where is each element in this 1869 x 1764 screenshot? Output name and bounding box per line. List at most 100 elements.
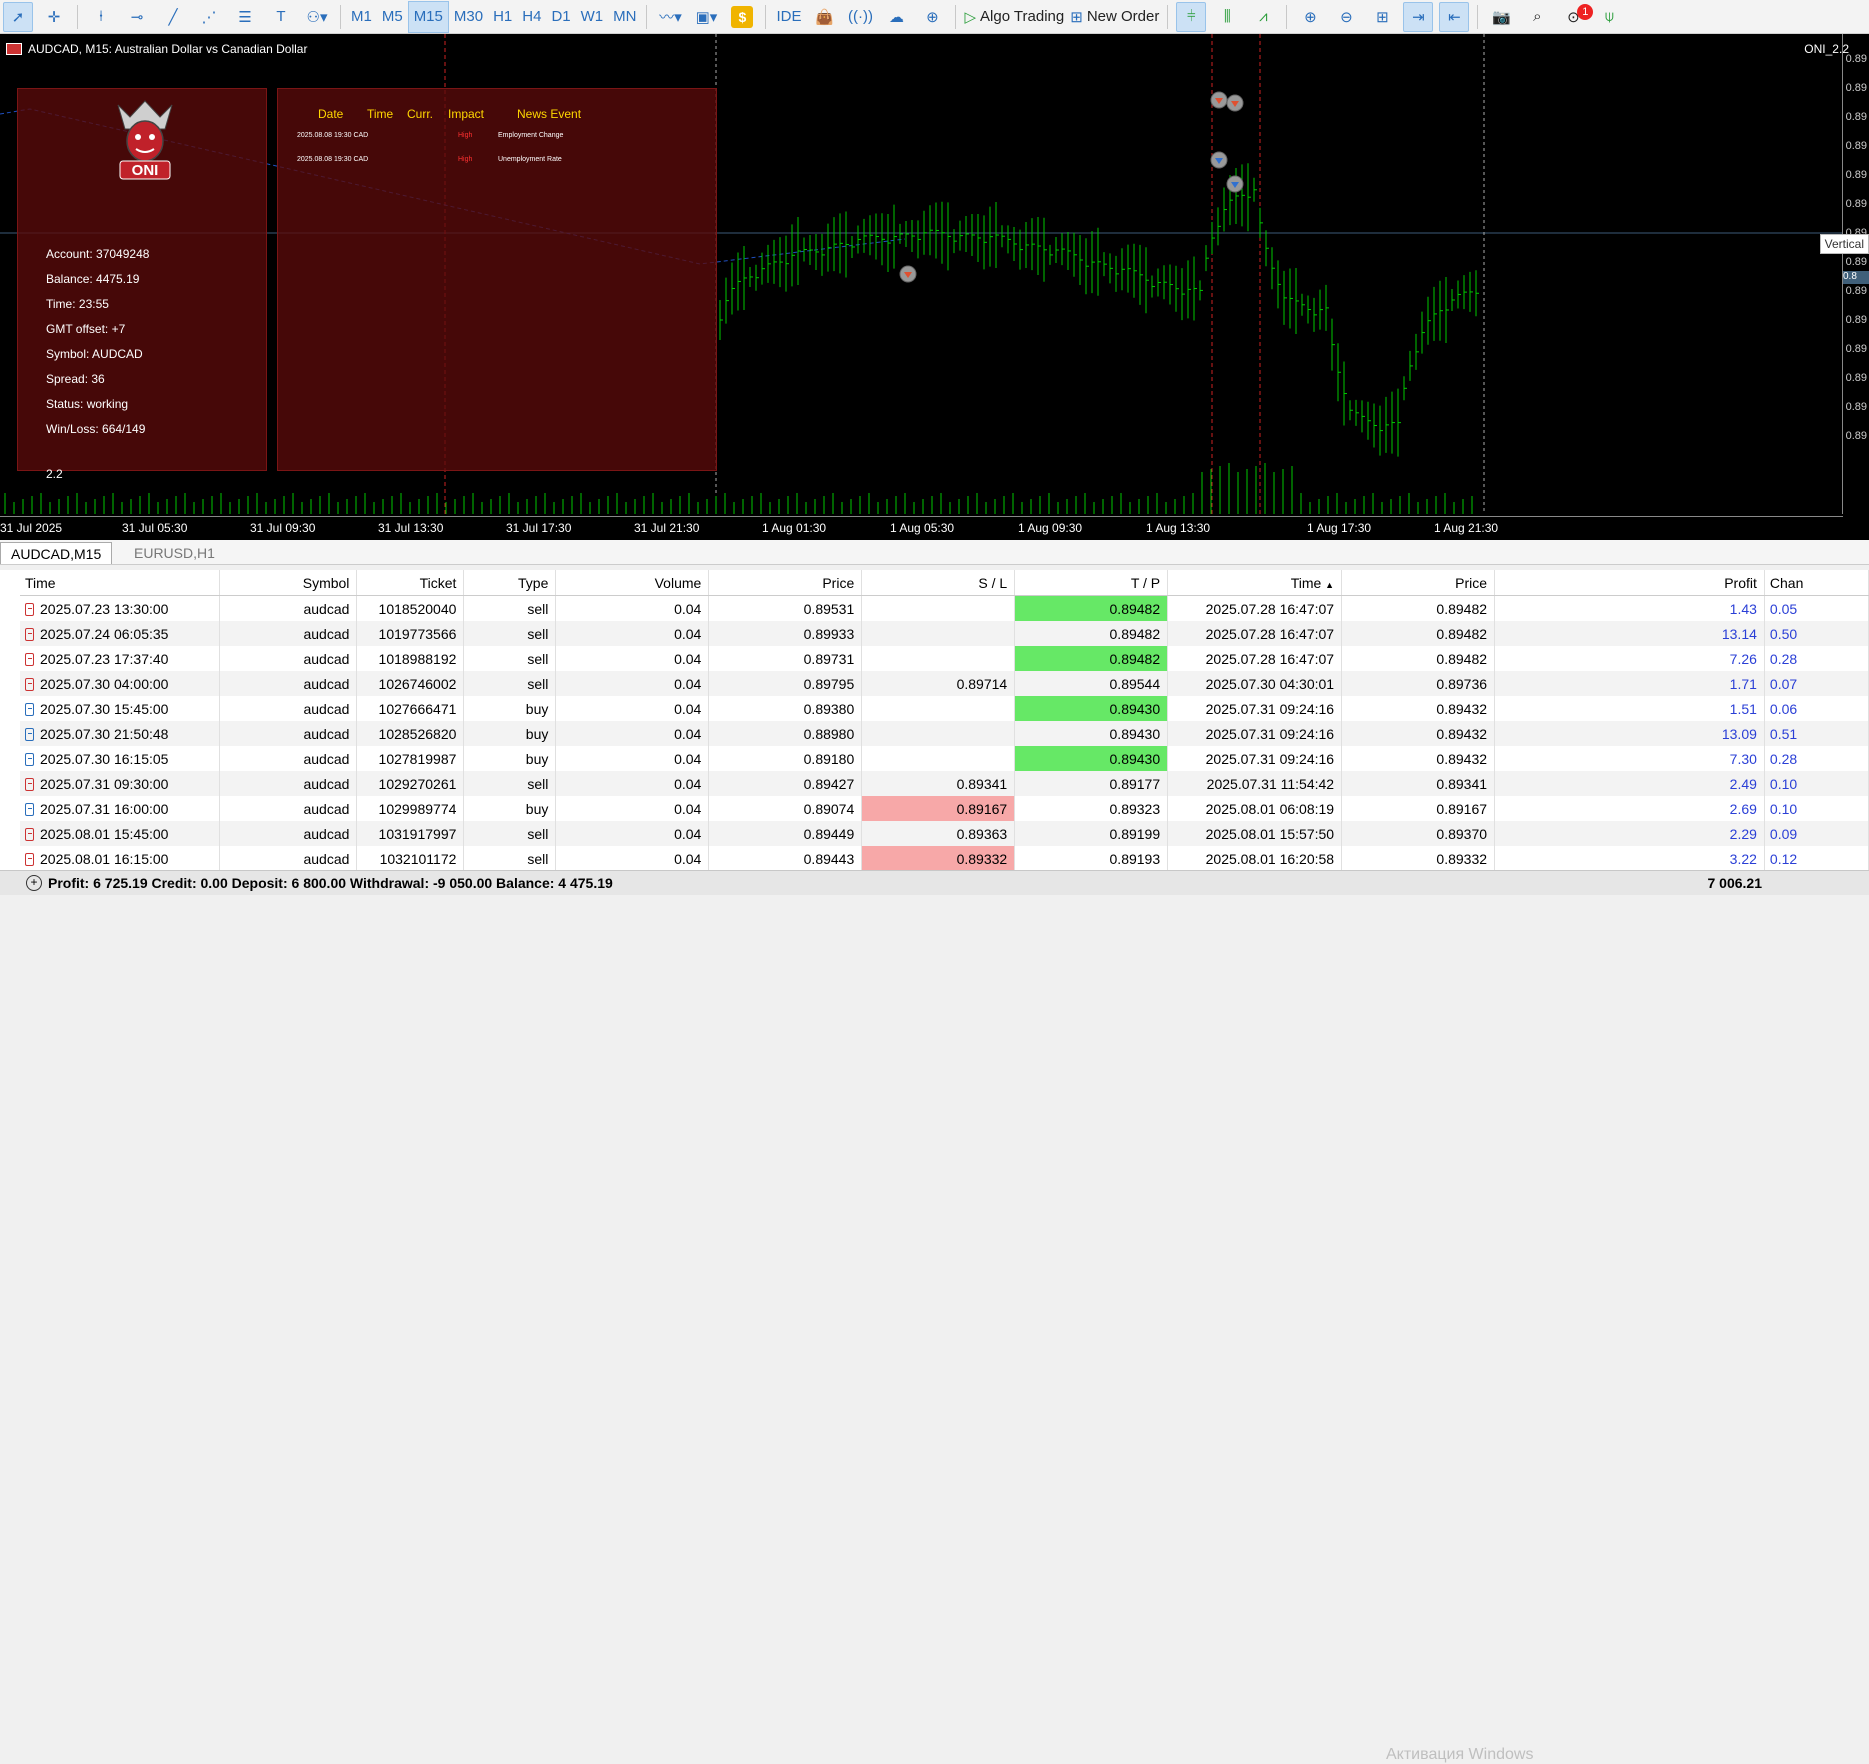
timeframe-m5[interactable]: M5: [377, 2, 408, 32]
cell-stop-loss: [861, 721, 1016, 746]
cell-open-price: 0.89427: [708, 771, 863, 796]
cell-symbol: audcad: [219, 846, 358, 871]
screenshot-icon[interactable]: 📷: [1486, 2, 1516, 32]
chart-tab-audcad[interactable]: AUDCAD,M15: [0, 542, 113, 564]
zoom-in-icon[interactable]: ⊕: [1295, 2, 1325, 32]
auto-scroll-icon[interactable]: ⇥: [1403, 1, 1434, 32]
price-chart[interactable]: AUDCAD, M15: Australian Dollar vs Canadi…: [0, 34, 1869, 540]
shapes-tool-icon[interactable]: ⚇▾: [302, 2, 332, 32]
news-header-date: Date: [318, 107, 344, 121]
zoom-out-icon[interactable]: ⊖: [1331, 2, 1361, 32]
cell-type: buy: [463, 696, 557, 721]
new-order-button[interactable]: ⊞ New Order: [1070, 2, 1159, 32]
table-row[interactable]: 2025.07.30 15:45:00 audcad 1027666471 buy 0.…: [20, 696, 1869, 721]
expand-plus-icon[interactable]: +: [26, 875, 42, 891]
cell-change: 0.10: [1764, 796, 1869, 821]
timeframe-h4[interactable]: H4: [517, 2, 546, 32]
cell-stop-loss: 0.89714: [861, 671, 1016, 696]
col-header-close-time[interactable]: Time ▲: [1167, 570, 1343, 596]
chart-type-icon[interactable]: 〰▾: [655, 2, 685, 32]
toolbar-divider: [340, 4, 341, 29]
chart-tab-eurusd[interactable]: EURUSD,H1: [124, 542, 225, 563]
table-row[interactable]: 2025.07.31 16:00:00 audcad 1029989774 buy 0.…: [20, 796, 1869, 821]
col-header-ticket[interactable]: Ticket: [356, 570, 465, 596]
candlestick-chart-icon[interactable]: ⫼: [1212, 2, 1242, 32]
table-row[interactable]: 2025.07.30 21:50:48 audcad 1028526820 buy 0.…: [20, 721, 1869, 746]
cell-symbol: audcad: [219, 821, 358, 846]
timeframe-m1[interactable]: M1: [346, 2, 377, 32]
timeframe-h1[interactable]: H1: [488, 2, 517, 32]
cell-change: 0.05: [1764, 595, 1869, 621]
col-header-profit[interactable]: Profit: [1494, 570, 1765, 596]
cell-take-profit: 0.89482: [1014, 646, 1169, 671]
cell-symbol: audcad: [219, 746, 358, 771]
grid-icon[interactable]: ⊞: [1367, 2, 1397, 32]
cell-close-time: 2025.07.31 11:54:42: [1167, 771, 1343, 796]
table-row[interactable]: 2025.07.23 13:30:00 audcad 1018520040 sell 0…: [20, 595, 1869, 621]
table-row[interactable]: 2025.07.30 16:15:05 audcad 1027819987 buy 0.…: [20, 746, 1869, 771]
cell-close-price: 0.89432: [1341, 696, 1496, 721]
chart-shift-icon[interactable]: ⇤: [1439, 1, 1470, 32]
channel-tool-icon[interactable]: ⋰: [194, 2, 224, 32]
toolbar-divider: [1167, 4, 1169, 29]
timeframe-m30[interactable]: M30: [449, 2, 488, 32]
toolbar-divider: [646, 4, 648, 29]
history-table-panel: Time Symbol Ticket Type Volume Price S /…: [0, 570, 1869, 894]
text-tool-icon[interactable]: T: [266, 2, 296, 32]
table-row[interactable]: 2025.08.01 15:45:00 audcad 1031917997 sell 0…: [20, 821, 1869, 846]
col-header-sl[interactable]: S / L: [861, 570, 1016, 596]
table-row[interactable]: 2025.07.24 06:05:35 audcad 1019773566 sell 0…: [20, 621, 1869, 646]
cell-stop-loss: 0.89167: [861, 796, 1016, 821]
table-row[interactable]: 2025.07.23 17:37:40 audcad 1018988192 sell 0…: [20, 646, 1869, 671]
sort-ascending-icon: ▲: [1325, 579, 1335, 590]
col-header-volume[interactable]: Volume: [555, 570, 710, 596]
trendline-tool-icon[interactable]: ╱: [158, 2, 188, 32]
cell-take-profit: 0.89323: [1014, 796, 1169, 821]
news-row-impact-text: High: [458, 132, 473, 139]
vps-cloud-icon[interactable]: ☁: [881, 2, 911, 32]
bar-chart-icon[interactable]: ⫩: [1176, 1, 1207, 32]
cell-ticket: 1027666471: [356, 696, 465, 721]
cursor-tool-icon[interactable]: ➚: [3, 1, 33, 32]
timeframe-w1[interactable]: W1: [576, 2, 609, 32]
algo-trading-button[interactable]: ▷ Algo Trading: [964, 2, 1064, 32]
notifications-icon[interactable]: ⊙ 1: [1558, 2, 1594, 32]
signals-broadcast-icon[interactable]: ((·)): [845, 2, 875, 32]
col-header-close-price[interactable]: Price: [1341, 570, 1496, 596]
cell-open-time-text: 2025.08.01 16:15:00: [40, 850, 169, 867]
account-icon[interactable]: ⍦: [1594, 2, 1624, 32]
price-label: 0.89: [1845, 285, 1867, 297]
ide-button[interactable]: IDE: [771, 2, 806, 32]
crosshair-tool-icon[interactable]: ✛: [39, 2, 69, 32]
col-header-change[interactable]: Chan: [1764, 570, 1869, 596]
cell-type: buy: [463, 746, 557, 771]
col-header-time[interactable]: Time: [20, 570, 221, 596]
sell-order-icon: [25, 627, 34, 641]
col-header-symbol[interactable]: Symbol: [219, 570, 358, 596]
fibonacci-tool-icon[interactable]: ☰: [230, 2, 260, 32]
trading-signals-icon[interactable]: $: [727, 2, 757, 32]
timeframe-m15[interactable]: M15: [407, 0, 449, 33]
table-row[interactable]: 2025.07.31 09:30:00 audcad 1029270261 sell 0…: [20, 771, 1869, 796]
cell-symbol: audcad: [219, 696, 358, 721]
vertical-line-tool-icon[interactable]: ⍿: [86, 2, 116, 32]
horizontal-line-tool-icon[interactable]: ⊸: [122, 2, 152, 32]
templates-icon[interactable]: ▣▾: [691, 2, 721, 32]
add-target-icon[interactable]: ⊕: [917, 2, 947, 32]
col-header-tp[interactable]: T / P: [1014, 570, 1169, 596]
cell-close-time: 2025.07.30 04:30:01: [1167, 671, 1343, 696]
market-bag-icon[interactable]: 👜: [809, 2, 839, 32]
time-axis[interactable]: 31 Jul 2025 31 Jul 05:30 31 Jul 09:30 31…: [0, 516, 1843, 540]
cell-open-time-text: 2025.07.31 09:30:00: [40, 775, 169, 792]
timeframe-d1[interactable]: D1: [546, 2, 575, 32]
cell-open-price: 0.89795: [708, 671, 863, 696]
search-icon[interactable]: ⌕: [1522, 2, 1552, 32]
line-chart-icon[interactable]: ⩘: [1248, 2, 1278, 32]
cell-profit: 2.69: [1494, 796, 1765, 821]
timeframe-mn[interactable]: MN: [608, 2, 641, 32]
col-header-price[interactable]: Price: [708, 570, 863, 596]
col-header-type[interactable]: Type: [463, 570, 557, 596]
table-row[interactable]: 2025.08.01 16:15:00 audcad 1032101172 sell 0…: [20, 846, 1869, 871]
cell-open-price: 0.89180: [708, 746, 863, 771]
table-row[interactable]: 2025.07.30 04:00:00 audcad 1026746002 sell 0…: [20, 671, 1869, 696]
